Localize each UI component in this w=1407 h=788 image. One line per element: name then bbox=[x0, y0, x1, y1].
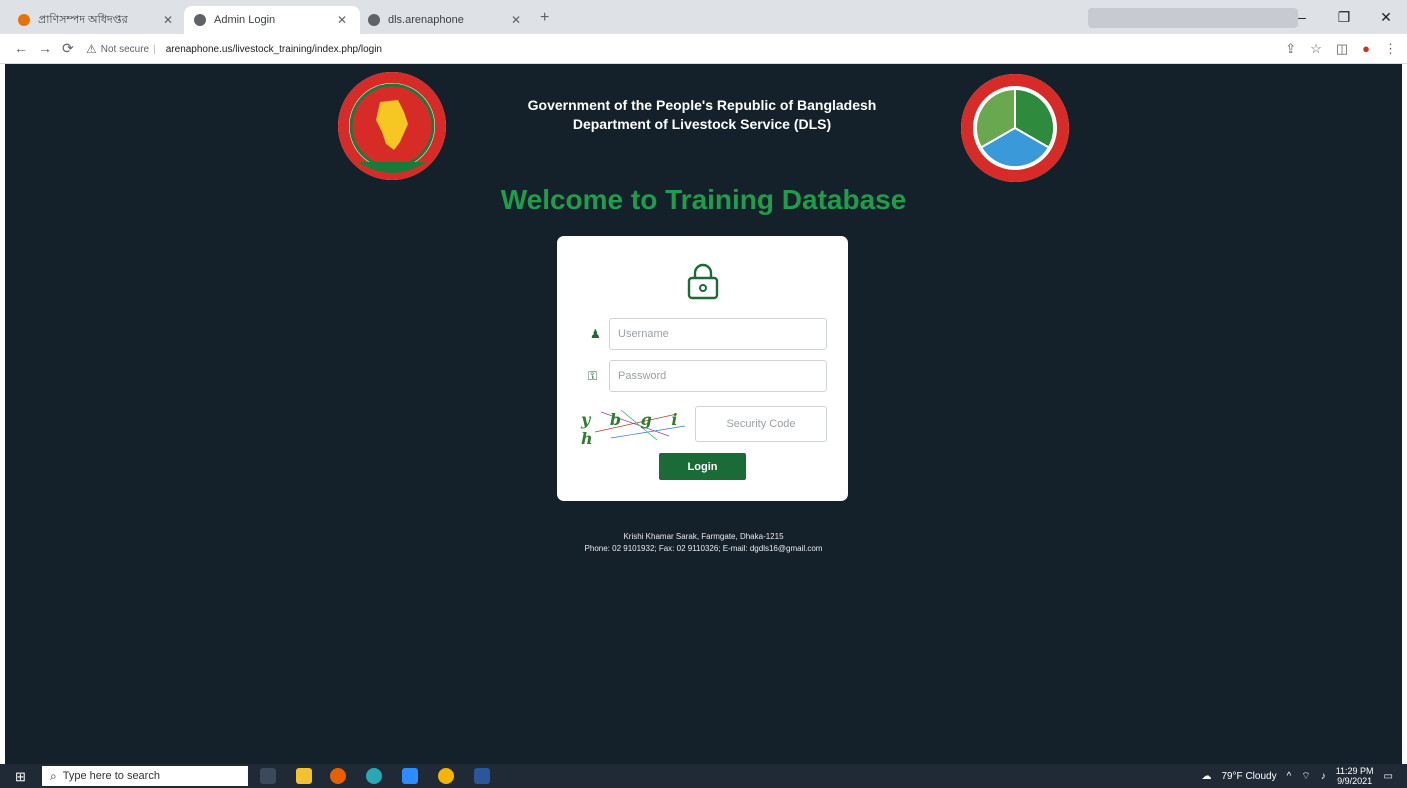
weather-text[interactable]: 79°F Cloudy bbox=[1221, 771, 1276, 782]
footer-address: Krishi Khamar Sarak, Farmgate, Dhaka-121… bbox=[623, 532, 784, 541]
page-title: Welcome to Training Database bbox=[500, 184, 907, 215]
zoom-icon[interactable] bbox=[402, 768, 418, 784]
login-page: Government of the People's Republic of B… bbox=[5, 64, 1402, 764]
cloud-icon: ☁ bbox=[1201, 770, 1212, 782]
username-input[interactable] bbox=[609, 318, 827, 350]
globe-icon bbox=[368, 14, 380, 26]
page-footer: Krishi Khamar Sarak, Farmgate, Dhaka-121… bbox=[405, 531, 1002, 555]
bookmark-star-icon[interactable]: ☆ bbox=[1310, 41, 1322, 57]
tray-chevron-icon[interactable]: ^ bbox=[1287, 771, 1292, 782]
footer-contact: Phone: 02 9101932; Fax: 02 9110326; E-ma… bbox=[584, 544, 823, 553]
maximize-button[interactable]: ❐ bbox=[1323, 0, 1365, 34]
clock-time: 11:29 PM bbox=[1335, 766, 1374, 776]
windows-taskbar: ⊞ ⌕ Type here to search ☁ 79°F Cloudy ^ … bbox=[0, 764, 1407, 788]
key-icon: ⚿ bbox=[588, 369, 598, 383]
taskbar-clock[interactable]: 11:29 PM 9/9/2021 bbox=[1336, 766, 1374, 786]
window-controls: – ❐ ✕ bbox=[1281, 0, 1407, 34]
network-icon[interactable]: ⌔ bbox=[1301, 770, 1310, 783]
system-tray: ☁ 79°F Cloudy ^ ⌔ ♪ 11:29 PM 9/9/2021 ▭ bbox=[1201, 764, 1393, 788]
close-tab-icon[interactable]: ✕ bbox=[334, 13, 350, 27]
task-view-icon[interactable] bbox=[260, 768, 276, 784]
tab-admin-login[interactable]: Admin Login ✕ bbox=[184, 6, 360, 34]
login-button[interactable]: Login bbox=[659, 453, 746, 480]
globe-icon bbox=[194, 14, 206, 26]
new-tab-button[interactable]: + bbox=[540, 9, 549, 27]
taskbar-search-placeholder: Type here to search bbox=[62, 770, 160, 782]
profile-avatar-icon[interactable]: ● bbox=[1362, 41, 1370, 57]
edge-icon[interactable] bbox=[366, 768, 382, 784]
back-arrow-icon[interactable]: ← bbox=[14, 40, 28, 56]
volume-icon[interactable]: ♪ bbox=[1321, 771, 1326, 782]
share-icon[interactable]: ⇪ bbox=[1285, 41, 1296, 57]
divider: | bbox=[153, 43, 156, 55]
dls-seal-logo bbox=[961, 74, 1069, 182]
captcha-image: y b g i h bbox=[581, 406, 693, 448]
close-tab-icon[interactable]: ✕ bbox=[508, 13, 524, 27]
search-icon: ⌕ bbox=[50, 768, 57, 783]
login-card: ♟ ⚿ y b g i h Login bbox=[557, 236, 848, 501]
minimize-button[interactable]: – bbox=[1281, 0, 1323, 34]
lock-icon bbox=[687, 263, 719, 300]
captcha-text: y b g i h bbox=[581, 410, 685, 448]
government-seal-logo bbox=[338, 72, 446, 180]
taskbar-search-box[interactable]: ⌕ Type here to search bbox=[42, 766, 248, 786]
menu-kebab-icon[interactable]: ⋮ bbox=[1384, 41, 1397, 57]
tab-dls-bangla[interactable]: প্রাণিসম্পদ অধিদপ্তর ✕ bbox=[8, 6, 186, 34]
browser-tab-strip: প্রাণিসম্পদ অধিদপ্তর ✕ Admin Login ✕ dls… bbox=[0, 0, 1407, 34]
warning-icon: ⚠ bbox=[86, 42, 97, 56]
toolbar-actions: ⇪ ☆ ◫ ● ⋮ bbox=[1285, 41, 1397, 57]
site-favicon-icon bbox=[18, 14, 30, 26]
side-panel-icon[interactable]: ◫ bbox=[1336, 41, 1348, 57]
organization-header: Government of the People's Republic of B… bbox=[460, 96, 944, 134]
user-icon: ♟ bbox=[590, 327, 601, 341]
windows-start-icon[interactable]: ⊞ bbox=[15, 769, 26, 785]
government-title: Government of the People's Republic of B… bbox=[527, 97, 877, 113]
close-window-button[interactable]: ✕ bbox=[1365, 0, 1407, 34]
reload-icon[interactable]: ⟳ bbox=[62, 40, 74, 57]
file-explorer-icon[interactable] bbox=[296, 768, 312, 784]
browser-toolbar: ← → ⟳ ⚠ Not secure | arenaphone.us/lives… bbox=[0, 34, 1407, 64]
extension-toolbar-area[interactable] bbox=[1088, 8, 1298, 28]
word-icon[interactable] bbox=[474, 768, 490, 784]
notification-icon[interactable]: ▭ bbox=[1384, 771, 1393, 782]
security-code-input[interactable] bbox=[695, 406, 827, 442]
password-input[interactable] bbox=[609, 360, 827, 392]
firefox-icon[interactable] bbox=[330, 768, 346, 784]
department-title: Department of Livestock Service (DLS) bbox=[572, 116, 832, 132]
tab-dls-arenaphone[interactable]: dls.arenaphone ✕ bbox=[358, 6, 534, 34]
clock-date: 9/9/2021 bbox=[1337, 776, 1373, 786]
forward-arrow-icon[interactable]: → bbox=[38, 40, 52, 56]
security-status: Not secure bbox=[100, 43, 150, 55]
close-tab-icon[interactable]: ✕ bbox=[160, 13, 176, 27]
url-text: arenaphone.us/livestock_training/index.p… bbox=[165, 43, 382, 55]
address-bar[interactable]: ⚠ Not secure | arenaphone.us/livestock_t… bbox=[86, 38, 1266, 60]
chrome-icon[interactable] bbox=[438, 768, 454, 784]
